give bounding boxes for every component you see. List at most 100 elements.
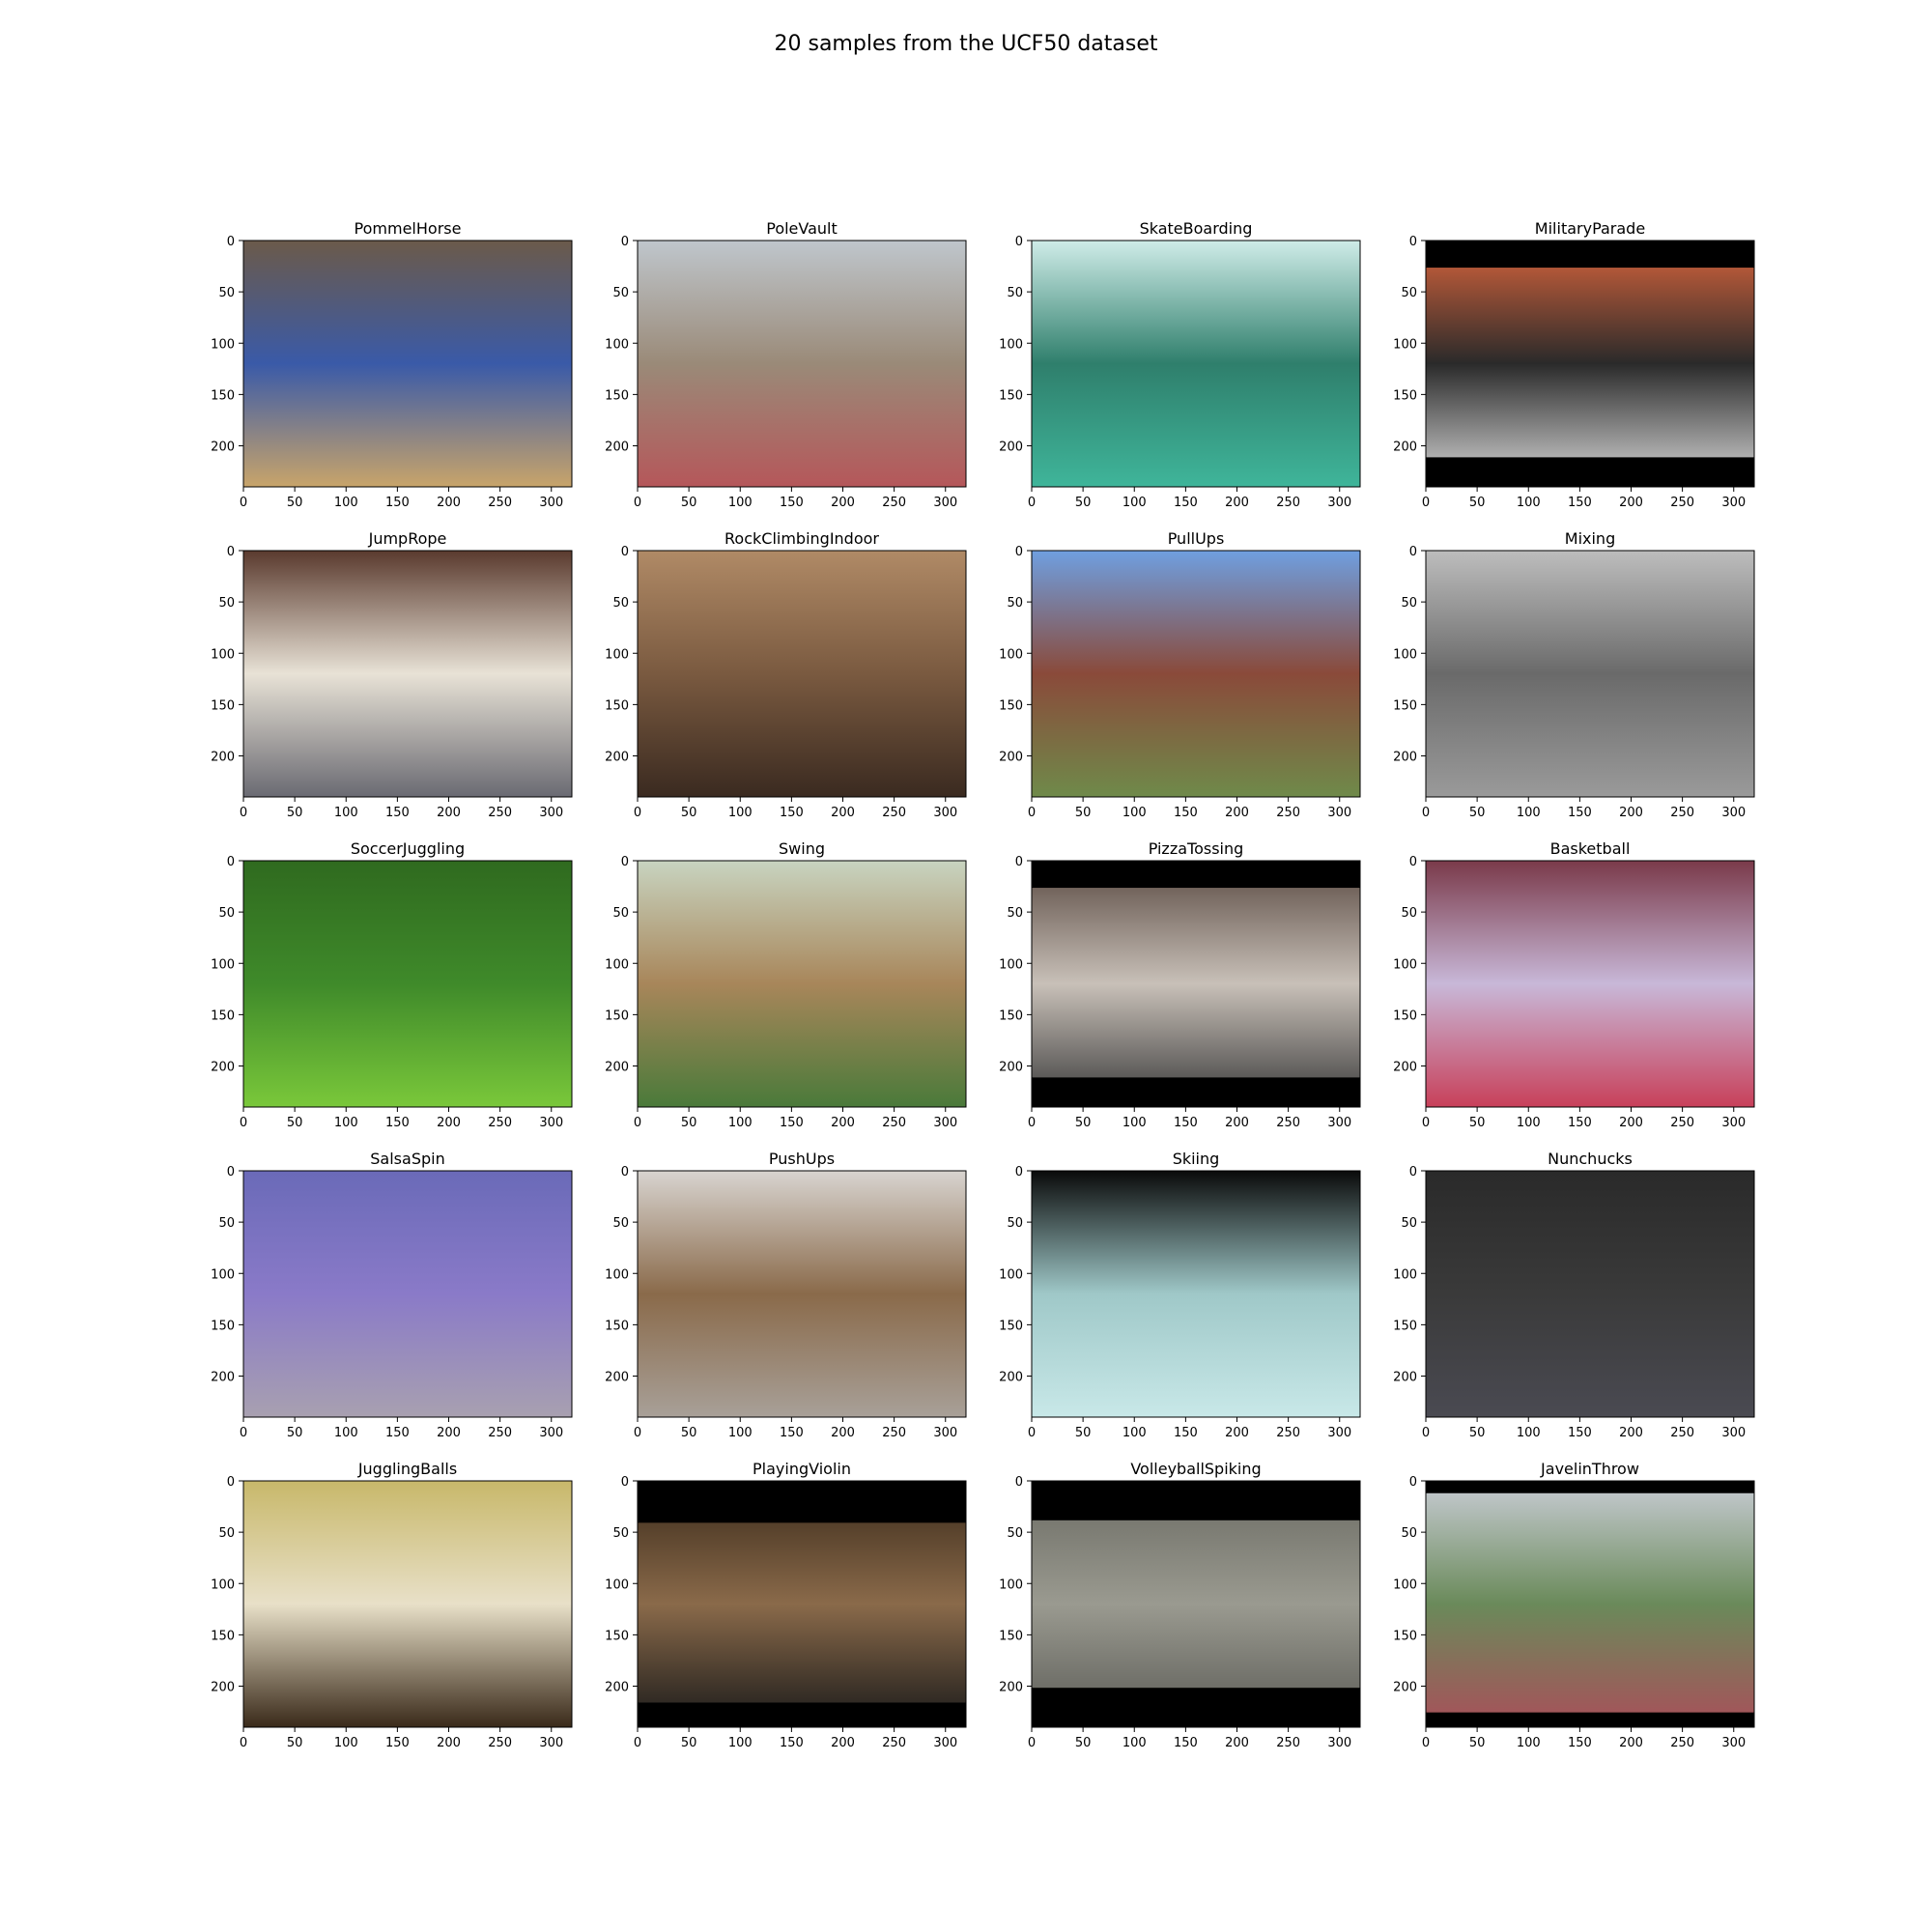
panel-title: PizzaTossing	[1149, 839, 1244, 858]
x-tick-label: 100	[334, 496, 358, 510]
x-tick-label: 300	[1327, 496, 1351, 510]
y-tick-label: 100	[1393, 647, 1417, 662]
letterbox-bottom	[1032, 1077, 1360, 1107]
x-tick-label: 100	[728, 496, 753, 510]
x-tick-label: 0	[240, 1736, 247, 1750]
x-tick-label: 250	[488, 806, 512, 820]
sample-frame	[1032, 861, 1360, 1107]
panel: RockClimbingIndoor 0 50 100 150 200 250 300 0 50 1…	[605, 529, 967, 820]
x-tick-label: 150	[1174, 806, 1198, 820]
y-tick-label: 200	[1393, 751, 1417, 765]
x-tick-label: 300	[1721, 496, 1746, 510]
letterbox-bottom	[1426, 1712, 1754, 1727]
y-tick-label: 150	[605, 1629, 629, 1643]
y-tick-label: 100	[999, 337, 1023, 352]
sample-grid: PommelHorse 0 50 100 150 200 250 300 0 50 100 150 20…	[211, 219, 1755, 1750]
panel: Nunchucks 0 50 100 150 200 250 300 0 50 100 150 200	[1393, 1150, 1755, 1440]
y-tick-label: 150	[1393, 698, 1417, 713]
x-tick-label: 250	[882, 496, 906, 510]
x-tick-label: 100	[1122, 1426, 1147, 1440]
sample-frame	[638, 861, 966, 1107]
panel: JumpRope 0 50 100 150 200 250 300 0 50 100 150 200	[211, 529, 573, 820]
x-tick-label: 300	[1721, 1736, 1746, 1750]
panel: PullUps 0 50 100 150 200 250 300 0 50 100 150 200	[999, 529, 1361, 820]
y-tick-label: 150	[605, 1009, 629, 1023]
y-tick-label: 150	[211, 1629, 235, 1643]
sample-frame	[243, 1481, 572, 1727]
y-tick-label: 50	[1007, 596, 1023, 611]
x-tick-label: 50	[287, 1116, 303, 1130]
x-tick-label: 150	[1568, 1116, 1592, 1130]
x-tick-label: 0	[1422, 496, 1430, 510]
letterbox-top	[1032, 861, 1360, 889]
sample-frame	[1032, 551, 1360, 797]
x-tick-label: 150	[385, 1426, 410, 1440]
y-tick-label: 50	[612, 1216, 629, 1231]
x-tick-label: 250	[882, 1736, 906, 1750]
panel-title: SkateBoarding	[1140, 219, 1253, 238]
y-tick-label: 150	[605, 1319, 629, 1333]
panel-title: PullUps	[1168, 529, 1225, 548]
x-tick-label: 200	[1619, 1736, 1643, 1750]
x-tick-label: 0	[634, 1116, 641, 1130]
y-tick-label: 0	[621, 545, 629, 559]
panel-title: Mixing	[1565, 529, 1615, 548]
y-tick-label: 150	[999, 698, 1023, 713]
y-tick-label: 50	[612, 596, 629, 611]
x-tick-label: 300	[933, 1116, 957, 1130]
x-tick-label: 50	[1075, 1116, 1092, 1130]
y-tick-label: 200	[999, 751, 1023, 765]
y-tick-label: 200	[605, 440, 629, 455]
y-tick-label: 0	[227, 1475, 235, 1490]
y-tick-label: 100	[999, 957, 1023, 972]
y-tick-label: 50	[218, 1526, 235, 1541]
x-tick-label: 250	[488, 1736, 512, 1750]
x-tick-label: 200	[1225, 806, 1249, 820]
x-tick-label: 100	[334, 1426, 358, 1440]
y-tick-label: 150	[211, 1009, 235, 1023]
x-tick-label: 100	[728, 806, 753, 820]
y-tick-label: 100	[605, 647, 629, 662]
y-tick-label: 150	[1393, 1319, 1417, 1333]
x-tick-label: 50	[1469, 1426, 1486, 1440]
x-tick-label: 250	[882, 1426, 906, 1440]
y-tick-label: 50	[1007, 286, 1023, 300]
y-tick-label: 150	[999, 1009, 1023, 1023]
x-tick-label: 200	[1225, 1116, 1249, 1130]
x-tick-label: 250	[882, 1116, 906, 1130]
x-tick-label: 100	[334, 1736, 358, 1750]
sample-frame	[1032, 1171, 1360, 1417]
y-tick-label: 200	[211, 1371, 235, 1385]
letterbox-bottom	[1032, 1688, 1360, 1727]
x-tick-label: 100	[1517, 1736, 1541, 1750]
panel-title: RockClimbingIndoor	[724, 529, 879, 548]
y-tick-label: 50	[1007, 1216, 1023, 1231]
y-tick-label: 100	[211, 647, 235, 662]
x-tick-label: 250	[488, 496, 512, 510]
x-tick-label: 300	[539, 1426, 563, 1440]
x-tick-label: 200	[1225, 1426, 1249, 1440]
y-tick-label: 0	[1015, 1475, 1023, 1490]
x-tick-label: 0	[1422, 806, 1430, 820]
panel: Mixing 0 50 100 150 200 250 300 0 50 100 150 200	[1393, 529, 1755, 820]
y-tick-label: 200	[999, 1681, 1023, 1695]
sample-frame	[243, 551, 572, 797]
panel: SkateBoarding 0 50 100 150 200 250 300 0 50 100 150…	[999, 219, 1361, 510]
x-tick-label: 200	[437, 1116, 461, 1130]
y-tick-label: 0	[1409, 545, 1417, 559]
x-tick-label: 50	[681, 806, 697, 820]
x-tick-label: 50	[681, 1736, 697, 1750]
panel-title: JavelinThrow	[1540, 1460, 1639, 1478]
x-tick-label: 100	[728, 1116, 753, 1130]
x-tick-label: 300	[1327, 1426, 1351, 1440]
panel-title: SoccerJuggling	[351, 839, 465, 858]
panel-title: PlayingViolin	[753, 1460, 851, 1478]
x-tick-label: 250	[1670, 496, 1694, 510]
x-tick-label: 200	[831, 806, 855, 820]
x-tick-label: 250	[1670, 1736, 1694, 1750]
x-tick-label: 0	[1028, 496, 1036, 510]
panel: PizzaTossing 0 50 100 150 200 250 300 0 50 100 150 2…	[999, 839, 1361, 1130]
x-tick-label: 0	[634, 1736, 641, 1750]
x-tick-label: 50	[1075, 1426, 1092, 1440]
x-tick-label: 300	[539, 1116, 563, 1130]
